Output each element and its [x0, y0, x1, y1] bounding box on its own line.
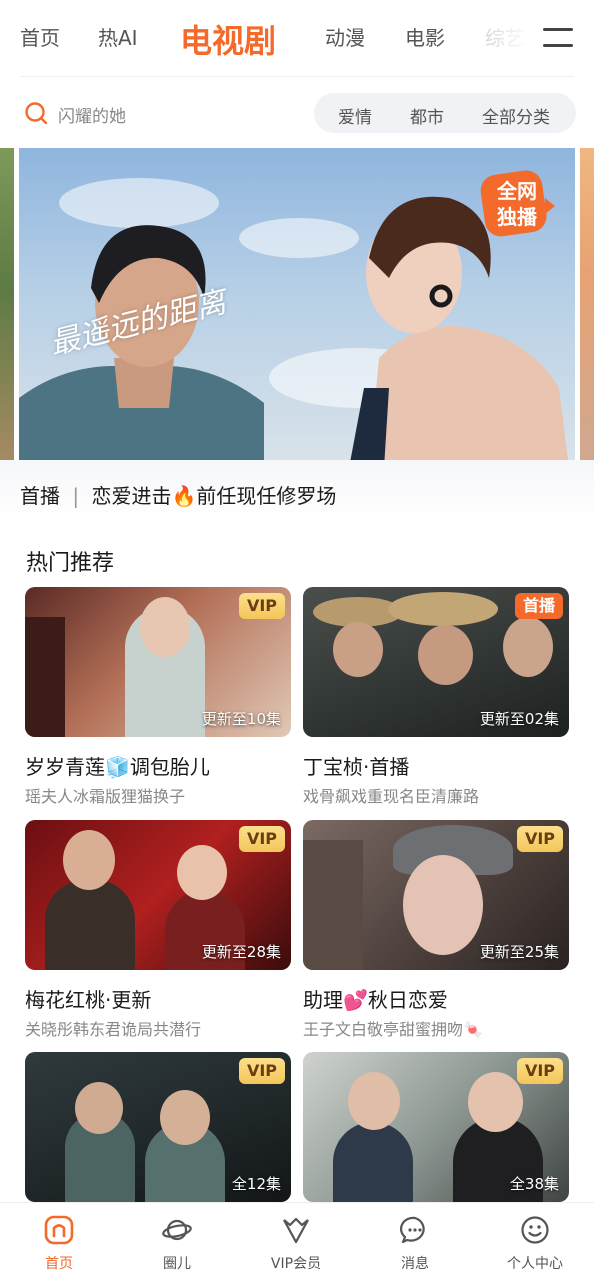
banner-caption[interactable]: 首播 | 恋爱进击🔥前任现任修罗场 — [0, 460, 594, 526]
vip-badge: VIP — [516, 1058, 563, 1084]
vip-badge: VIP — [516, 826, 563, 852]
show-subtitle: 瑶夫人冰霜版狸猫换子 — [25, 787, 186, 806]
search-placeholder: 闪耀的她 — [58, 107, 126, 127]
tab-fade-overlay — [470, 10, 530, 60]
bottom-nav-messages[interactable]: 消息 — [356, 1203, 474, 1280]
bottom-nav-label: 消息 — [401, 1256, 429, 1272]
vip-badge: VIP — [238, 593, 285, 619]
search-bar[interactable]: 闪耀的她 — [20, 94, 300, 132]
bottom-nav-vip[interactable]: VIP会员 — [237, 1203, 355, 1280]
home-icon — [44, 1215, 74, 1245]
category-urban[interactable]: 都市 — [410, 103, 444, 128]
top-nav: 首页 热AI 电视剧 动漫 电影 综艺 — [0, 0, 594, 76]
show-title: 助理💕秋日恋爱 — [303, 988, 448, 1012]
bottom-nav-label: 圈儿 — [163, 1256, 191, 1272]
exclusive-badge: 全网独播 — [479, 168, 555, 244]
banner-caption-prefix: 首播 — [20, 484, 60, 508]
smiley-face-icon — [521, 1216, 549, 1244]
show-subtitle: 王子文白敬亭甜蜜拥吻🍬 — [303, 1020, 483, 1039]
category-romance[interactable]: 爱情 — [338, 103, 372, 128]
banner-prev-peek[interactable] — [0, 148, 14, 460]
show-thumbnail: VIP 更新至25集 — [303, 820, 569, 970]
tab-home[interactable]: 首页 — [20, 22, 60, 51]
show-thumbnail: VIP 全12集 — [25, 1052, 291, 1202]
message-icon — [400, 1216, 425, 1244]
vip-badge: VIP — [238, 826, 285, 852]
show-title: 岁岁青莲🧊调包胎儿 — [25, 755, 210, 779]
hamburger-menu-icon[interactable] — [543, 28, 573, 48]
episode-count: 更新至28集 — [201, 943, 281, 961]
show-thumbnail: VIP 更新至28集 — [25, 820, 291, 970]
banner-caption-text: 首播 | 恋爱进击🔥前任现任修罗场 — [20, 480, 336, 509]
tab-hot-ai[interactable]: 热AI — [98, 22, 138, 51]
bottom-nav-circle[interactable]: 圈儿 — [118, 1203, 236, 1280]
bottom-nav-label: VIP会员 — [270, 1256, 322, 1272]
tab-movies[interactable]: 电影 — [405, 22, 445, 51]
nav-divider — [20, 76, 574, 77]
episode-count: 全12集 — [231, 1175, 281, 1193]
bottom-nav-label: 首页 — [45, 1256, 73, 1272]
category-pill: 爱情 都市 全部分类 — [314, 93, 576, 133]
banner-next-peek[interactable] — [580, 148, 594, 460]
vip-crown-icon — [283, 1217, 309, 1244]
tab-tv-series[interactable]: 电视剧 — [180, 16, 276, 62]
caption-separator: | — [72, 484, 80, 508]
show-thumbnail: 首播 更新至02集 — [303, 587, 569, 737]
show-thumbnail: VIP 更新至10集 — [25, 587, 291, 737]
episode-count: 全38集 — [509, 1175, 559, 1193]
vip-badge: VIP — [238, 1058, 285, 1084]
show-subtitle: 戏骨飙戏重现名臣清廉路 — [303, 787, 480, 806]
bottom-nav-profile[interactable]: 个人中心 — [476, 1203, 594, 1280]
bottom-nav-label: 个人中心 — [507, 1256, 563, 1272]
show-title: 梅花红桃·更新 — [25, 988, 152, 1012]
premiere-badge: 首播 — [514, 593, 563, 619]
search-icon — [25, 102, 48, 125]
banner-caption-body: 恋爱进击🔥前任现任修罗场 — [91, 484, 337, 508]
episode-count: 更新至25集 — [479, 943, 559, 961]
bottom-nav: 首页 圈儿 VIP会员 消息 个人中心 — [0, 1202, 594, 1280]
tab-anime[interactable]: 动漫 — [325, 22, 365, 51]
section-title: 热门推荐 — [26, 551, 115, 576]
show-title: 丁宝桢·首播 — [303, 755, 410, 779]
show-thumbnail: VIP 全38集 — [303, 1052, 569, 1202]
show-subtitle: 关晓彤韩东君诡局共潜行 — [25, 1020, 202, 1039]
bottom-nav-home[interactable]: 首页 — [0, 1203, 118, 1280]
planet-icon — [162, 1219, 192, 1241]
exclusive-badge-text: 全网独播 — [497, 179, 537, 229]
episode-count: 更新至10集 — [201, 710, 281, 728]
category-all[interactable]: 全部分类 — [482, 103, 550, 128]
episode-count: 更新至02集 — [479, 710, 559, 728]
hero-banner[interactable]: 最遥远的距离 全网独播 — [19, 148, 575, 460]
